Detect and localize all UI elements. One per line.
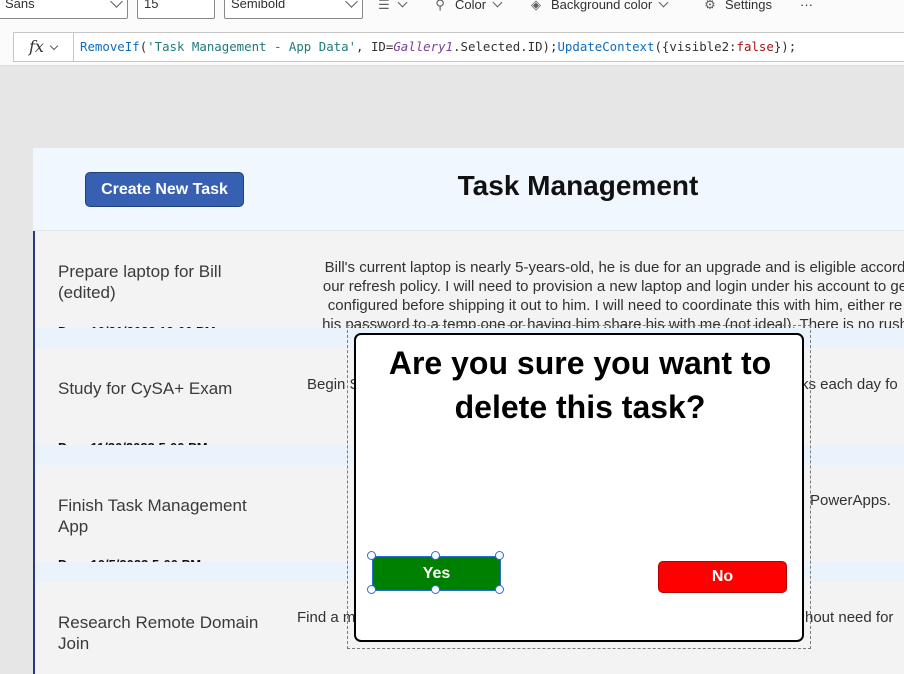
resize-handle[interactable] <box>431 585 440 594</box>
chevron-down-icon <box>397 0 408 8</box>
task-description-line: configured before shipping it out to him… <box>327 297 903 314</box>
more-options-button[interactable]: ··· <box>800 0 813 14</box>
paint-bucket-icon: ◈ <box>531 0 541 12</box>
chevron-down-icon <box>345 0 358 8</box>
no-button[interactable]: No <box>658 561 787 593</box>
property-toolbar: Sans 15 Semibold ☰ ⚲ Color ◈ Background co… <box>0 0 904 22</box>
chevron-down-icon <box>658 0 669 8</box>
chevron-down-icon <box>49 41 59 51</box>
task-description-line: ks each day fo <box>801 376 898 393</box>
person-icon: ⚲ <box>435 0 445 12</box>
font-weight-dropdown[interactable]: Semibold <box>224 0 363 19</box>
task-description-line: Bill's current laptop is nearly 5-years-… <box>324 259 904 276</box>
resize-handle[interactable] <box>495 551 504 560</box>
gear-icon: ⚙ <box>704 0 716 12</box>
resize-handle[interactable] <box>367 551 376 560</box>
text-align-button[interactable]: ☰ <box>377 0 408 14</box>
create-new-task-button[interactable]: Create New Task <box>85 172 244 207</box>
formula-input[interactable]: RemoveIf('Task Management - App Data', I… <box>73 32 904 62</box>
font-size-value: 15 <box>144 0 159 11</box>
color-button[interactable]: ⚲ Color <box>433 0 503 14</box>
chevron-down-icon <box>492 0 503 8</box>
settings-label: Settings <box>725 0 772 12</box>
resize-handle[interactable] <box>431 551 440 560</box>
resize-handle[interactable] <box>495 585 504 594</box>
align-icon: ☰ <box>378 0 390 12</box>
font-family-dropdown[interactable]: Sans <box>0 0 128 19</box>
background-color-button[interactable]: ◈ Background color <box>529 0 669 14</box>
task-title: Finish Task Management App <box>58 496 247 536</box>
settings-button[interactable]: ⚙ Settings <box>703 0 772 14</box>
task-title: Research Remote Domain Join <box>58 613 259 653</box>
task-description-line: hout need for <box>805 609 894 626</box>
page-title: Task Management <box>457 170 699 201</box>
font-size-field[interactable]: 15 <box>137 0 215 19</box>
task-title: Prepare laptop for Bill (edited) <box>58 262 222 302</box>
property-selector[interactable]: fx <box>13 32 73 62</box>
font-family-value: Sans <box>5 0 35 11</box>
background-color-label: Background color <box>551 0 653 12</box>
resize-handle[interactable] <box>367 585 376 594</box>
task-description-line: PowerApps. <box>810 492 891 509</box>
chevron-down-icon <box>110 0 123 8</box>
task-title: Study for CySA+ Exam <box>58 379 233 398</box>
more-icon: ··· <box>800 0 813 12</box>
color-label: Color <box>455 0 487 12</box>
dialog-message: Are you sure you want to delete this tas… <box>388 345 772 425</box>
app-header: Create New Task Task Management <box>33 148 904 231</box>
task-description-line: our refresh policy. I will need to provi… <box>322 278 904 295</box>
confirm-delete-dialog: Are you sure you want to delete this tas… <box>354 333 804 642</box>
formula-bar: fx RemoveIf('Task Management - App Data'… <box>0 22 904 66</box>
fx-icon: fx <box>29 37 44 56</box>
font-weight-value: Semibold <box>231 0 286 11</box>
